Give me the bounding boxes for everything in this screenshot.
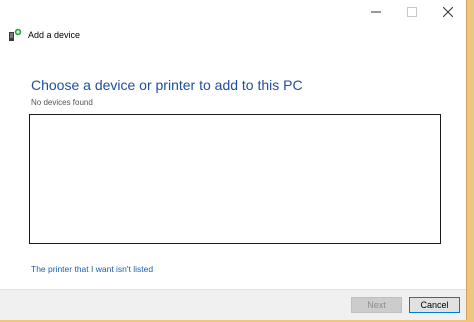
window-controls	[358, 0, 466, 24]
add-device-window: Add a device Choose a device or printer …	[0, 0, 467, 320]
cancel-button[interactable]: Cancel	[409, 297, 460, 313]
minimize-icon[interactable]	[358, 0, 394, 24]
printer-not-listed-link[interactable]: The printer that I want isn't listed	[31, 264, 153, 274]
device-list[interactable]	[29, 114, 441, 244]
page-heading: Choose a device or printer to add to thi…	[31, 77, 303, 93]
dialog-header: Add a device	[8, 28, 80, 42]
title-bar[interactable]	[0, 0, 466, 24]
dialog-footer: Next Cancel	[0, 289, 466, 320]
next-button[interactable]: Next	[351, 297, 402, 313]
dialog-title: Add a device	[28, 30, 81, 40]
status-text: No devices found	[31, 98, 93, 107]
add-device-icon	[9, 28, 22, 41]
maximize-icon	[394, 0, 430, 24]
close-icon[interactable]	[430, 0, 466, 24]
